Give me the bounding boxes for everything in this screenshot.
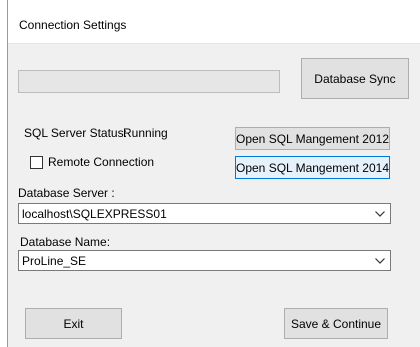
database-name-combo[interactable]: ProLine_SE <box>18 250 391 271</box>
remote-connection-label: Remote Connection <box>48 155 155 169</box>
connection-settings-window: Connection Settings Database Sync SQL Se… <box>7 0 420 347</box>
chevron-down-icon[interactable] <box>370 204 390 223</box>
sync-progress-bar <box>18 70 280 93</box>
database-name-label: Database Name: <box>20 235 111 249</box>
exit-button[interactable]: Exit <box>25 308 122 339</box>
database-server-value: localhost\SQLEXPRESS01 <box>22 206 167 221</box>
sql-server-status-value: Running <box>123 126 168 140</box>
remote-connection-checkbox[interactable] <box>30 156 43 169</box>
save-continue-button[interactable]: Save & Continue <box>284 308 388 339</box>
open-sql-management-2012-button[interactable]: Open SQL Mangement 2012 <box>235 127 390 150</box>
open-sql-management-2014-button[interactable]: Open SQL Mangement 2014 <box>235 156 390 179</box>
sql-server-status-label: SQL Server Status: <box>24 126 127 140</box>
database-name-value: ProLine_SE <box>22 253 87 268</box>
title-bar: Connection Settings <box>8 0 420 44</box>
database-sync-button[interactable]: Database Sync <box>301 58 409 99</box>
database-server-label: Database Server : <box>18 186 115 200</box>
window-title: Connection Settings <box>19 18 127 32</box>
chevron-down-icon[interactable] <box>370 251 390 270</box>
database-server-combo[interactable]: localhost\SQLEXPRESS01 <box>18 203 391 224</box>
